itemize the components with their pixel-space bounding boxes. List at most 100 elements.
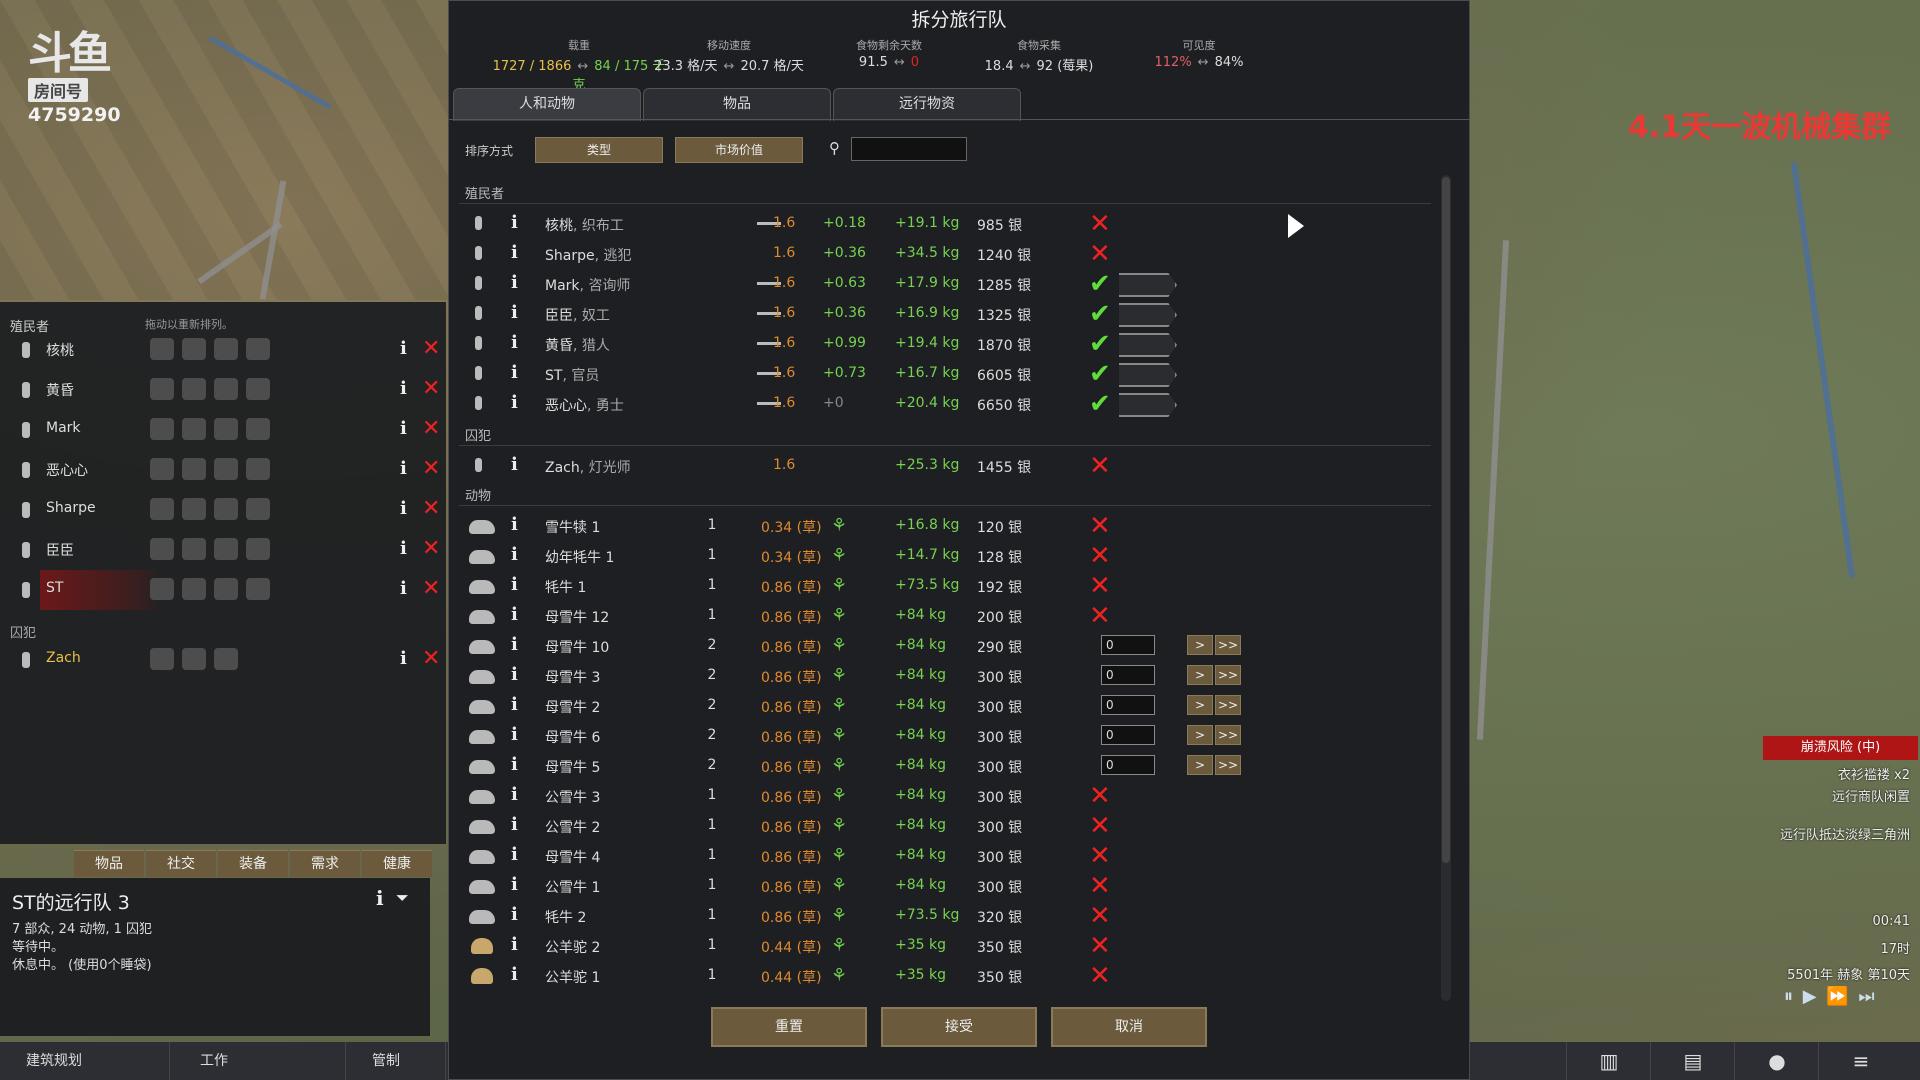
info-icon[interactable]: i (376, 886, 384, 910)
remove-icon[interactable]: ✕ (422, 576, 440, 601)
info-icon[interactable]: i (511, 454, 518, 475)
info-icon[interactable]: i (400, 498, 407, 519)
colonist-row[interactable]: ST i ✕ (0, 570, 446, 610)
tab-health[interactable]: 健康 (362, 850, 432, 877)
tab-items[interactable]: 物品 (643, 88, 831, 121)
remove-icon[interactable]: ✕ (422, 646, 440, 671)
remove-icon[interactable]: ✕ (1089, 781, 1111, 811)
info-icon[interactable]: i (511, 544, 518, 565)
sort-type-button[interactable]: 类型 (535, 137, 663, 163)
tab-travel-supplies[interactable]: 远行物资 (833, 88, 1021, 121)
remove-icon[interactable]: ✕ (422, 536, 440, 561)
transfer-arrow-button[interactable] (1119, 273, 1177, 297)
info-icon[interactable]: i (511, 392, 518, 413)
info-icon[interactable]: i (511, 272, 518, 293)
alert-tattered-apparel[interactable]: 衣衫褴褛 x2 (1838, 764, 1910, 783)
colonist-row[interactable]: 黄昏 i ✕ (0, 370, 446, 410)
remove-icon[interactable]: ✕ (1089, 871, 1111, 901)
colonist-row[interactable]: 恶心心 i ✕ (0, 450, 446, 490)
remove-icon[interactable]: ✕ (1089, 811, 1111, 841)
info-icon[interactable]: i (511, 784, 518, 805)
info-icon[interactable]: i (511, 332, 518, 353)
count-input[interactable]: 0 (1101, 665, 1155, 685)
info-icon[interactable]: i (400, 538, 407, 559)
menu-icon[interactable]: ≡ (1818, 1042, 1903, 1080)
remove-icon[interactable]: ✕ (1089, 931, 1111, 961)
colonist-row[interactable]: 臣臣 i ✕ (0, 530, 446, 570)
remove-icon[interactable]: ✕ (1089, 239, 1111, 269)
info-icon[interactable]: i (511, 212, 518, 233)
tab-gear[interactable]: 装备 (218, 850, 288, 877)
increment-max-button[interactable]: >> (1215, 725, 1241, 745)
increment-button[interactable]: > (1187, 635, 1213, 655)
info-icon[interactable]: i (511, 604, 518, 625)
info-icon[interactable]: i (400, 458, 407, 479)
info-icon[interactable]: i (511, 964, 518, 985)
info-icon[interactable]: i (511, 904, 518, 925)
transfer-arrow-button[interactable] (1119, 363, 1177, 387)
increment-button[interactable]: > (1187, 695, 1213, 715)
tab-needs[interactable]: 需求 (290, 850, 360, 877)
info-icon[interactable]: i (400, 648, 407, 669)
info-icon[interactable]: i (511, 754, 518, 775)
remove-icon[interactable]: ✕ (422, 376, 440, 401)
count-input[interactable]: 0 (1101, 635, 1155, 655)
info-icon[interactable]: i (511, 242, 518, 263)
search-input[interactable] (851, 137, 967, 161)
prisoner-row[interactable]: Zach i ✕ (0, 640, 446, 680)
info-icon[interactable]: i (400, 378, 407, 399)
sort-market-value-button[interactable]: 市场价值 (675, 137, 803, 163)
reset-button[interactable]: 重置 (711, 1007, 867, 1047)
increment-button[interactable]: > (1187, 755, 1213, 775)
increment-max-button[interactable]: >> (1215, 755, 1241, 775)
info-icon[interactable]: i (511, 814, 518, 835)
info-icon[interactable]: i (511, 724, 518, 745)
alert-caravan-arrived[interactable]: 远行队抵达淡绿三角洲 (1780, 824, 1910, 843)
accept-button[interactable]: 接受 (881, 1007, 1037, 1047)
remove-icon[interactable]: ✕ (422, 496, 440, 521)
chart-icon[interactable]: ▤ (1650, 1042, 1735, 1080)
bulb-icon[interactable]: ● (1734, 1042, 1819, 1080)
tab-people-animals[interactable]: 人和动物 (453, 88, 641, 121)
increment-max-button[interactable]: >> (1215, 635, 1241, 655)
transfer-arrow-button[interactable] (1119, 393, 1177, 417)
architect-button[interactable]: 建筑规划 (0, 1042, 170, 1080)
count-input[interactable]: 0 (1101, 755, 1155, 775)
remove-icon[interactable]: ✕ (1089, 209, 1111, 239)
info-icon[interactable]: i (400, 338, 407, 359)
increment-button[interactable]: > (1187, 725, 1213, 745)
work-button[interactable]: 工作 (170, 1042, 346, 1080)
scrollbar[interactable] (1441, 175, 1451, 1001)
restrict-button[interactable]: 管制 (346, 1042, 446, 1080)
info-icon[interactable]: i (511, 514, 518, 535)
scrollbar-thumb[interactable] (1442, 177, 1450, 863)
info-icon[interactable]: i (511, 694, 518, 715)
remove-icon[interactable]: ✕ (1089, 961, 1111, 991)
remove-icon[interactable]: ✕ (1089, 451, 1111, 481)
break-risk-alert[interactable]: 崩溃风险 (中) (1763, 736, 1918, 760)
transfer-arrow-button[interactable] (1119, 333, 1177, 357)
remove-icon[interactable]: ✕ (1089, 571, 1111, 601)
time-speed-controls[interactable]: ⏸ ▶ ⏩ ⏭ (1784, 986, 1877, 1007)
cancel-button[interactable]: 取消 (1051, 1007, 1207, 1047)
book-icon[interactable]: ▥ (1566, 1042, 1651, 1080)
remove-icon[interactable]: ✕ (1089, 841, 1111, 871)
transfer-arrow-button[interactable] (1119, 303, 1177, 327)
count-input[interactable]: 0 (1101, 695, 1155, 715)
remove-icon[interactable]: ✕ (1089, 511, 1111, 541)
tab-items[interactable]: 物品 (74, 850, 144, 877)
remove-icon[interactable]: ✕ (1089, 901, 1111, 931)
info-icon[interactable]: i (511, 874, 518, 895)
remove-icon[interactable]: ✕ (422, 336, 440, 361)
colonist-row[interactable]: Mark i ✕ (0, 410, 446, 450)
info-icon[interactable]: i (511, 574, 518, 595)
tab-social[interactable]: 社交 (146, 850, 216, 877)
increment-button[interactable]: > (1187, 665, 1213, 685)
remove-icon[interactable]: ✕ (1089, 601, 1111, 631)
increment-max-button[interactable]: >> (1215, 665, 1241, 685)
colonist-row[interactable]: 核桃 i ✕ (0, 330, 446, 370)
info-icon[interactable]: i (400, 578, 407, 599)
info-icon[interactable]: i (511, 934, 518, 955)
remove-icon[interactable]: ✕ (422, 416, 440, 441)
remove-icon[interactable]: ✕ (422, 456, 440, 481)
